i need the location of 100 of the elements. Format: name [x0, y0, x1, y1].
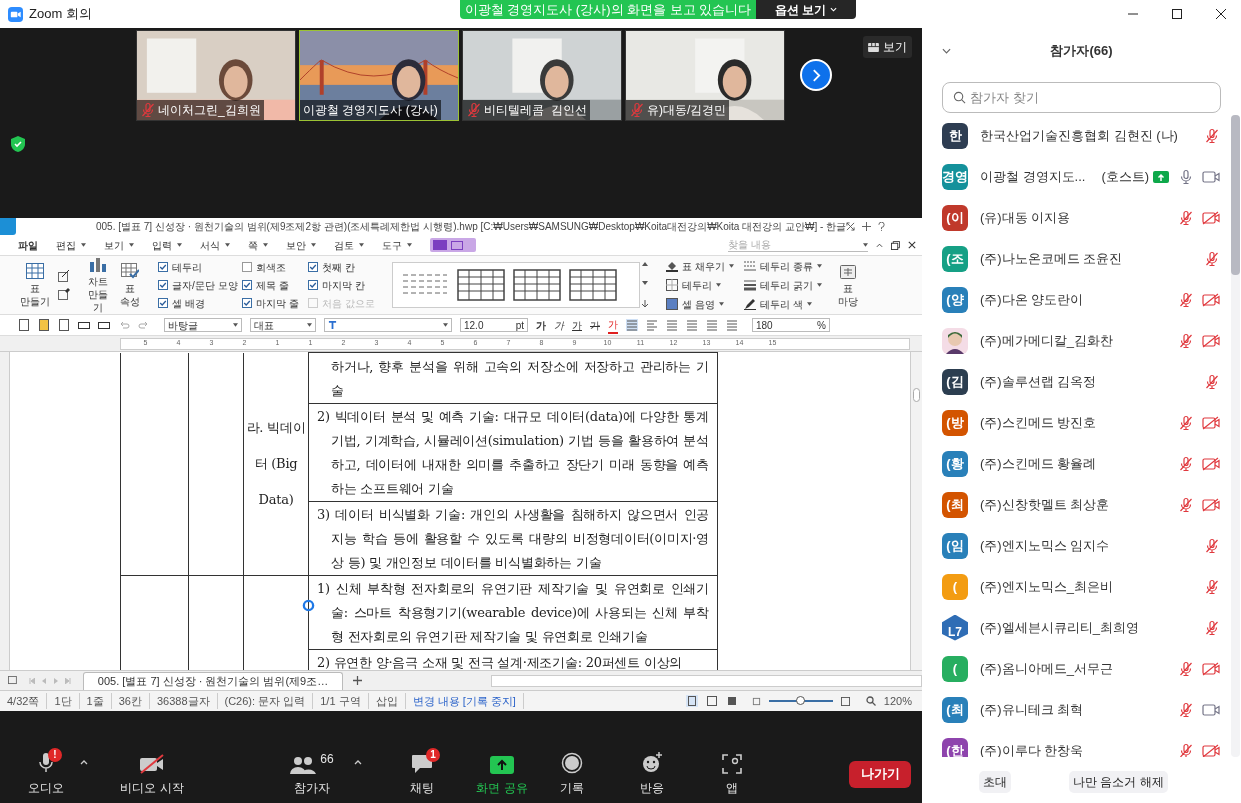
video-tile[interactable]: 비티텔레콤 김인선	[462, 30, 622, 121]
table-style-icon[interactable]	[569, 269, 617, 301]
move-icon[interactable]	[862, 222, 872, 231]
new-file-icon[interactable]	[18, 319, 30, 331]
participant-row[interactable]: (주)메가메디칼_김화찬	[922, 320, 1231, 361]
video-tile[interactable]: 유)대동/김경민	[625, 30, 785, 121]
video-tile[interactable]: 이광철 경영지도사 (강사)	[299, 30, 459, 121]
checkbox[interactable]: 첫째 칸	[308, 259, 388, 275]
chevron-up-icon[interactable]	[354, 759, 362, 765]
save-icon[interactable]	[58, 319, 70, 331]
scrollbar[interactable]	[1231, 115, 1240, 757]
make-table-button[interactable]: 표 만들기	[18, 262, 52, 308]
expand-icon[interactable]	[846, 222, 856, 231]
checkbox[interactable]: 제목 줄	[242, 277, 306, 293]
menu-item[interactable]: 도구	[382, 237, 412, 253]
checkbox[interactable]: 글자/문단 모양	[158, 277, 240, 293]
table-style-icon[interactable]	[457, 269, 505, 301]
preview-icon[interactable]	[98, 319, 110, 331]
zoom-slider-thumb[interactable]	[795, 696, 805, 705]
participant-row[interactable]: (김 (주)솔루션랩 김옥정	[922, 361, 1231, 402]
ribbon-button[interactable]: 셀 음영	[666, 296, 734, 312]
format-button[interactable]: 가	[554, 317, 564, 333]
table-style-icon[interactable]	[513, 269, 561, 301]
menu-item[interactable]: 보기	[104, 237, 134, 253]
menu-item[interactable]: 입력	[152, 237, 182, 253]
participant-row[interactable]: (양 (주)다온 양도란이	[922, 279, 1231, 320]
menu-item[interactable]: 보안	[286, 237, 316, 253]
toolbar-button[interactable]: 화면 공유	[472, 751, 532, 797]
expand-gallery-icon[interactable]	[642, 300, 648, 308]
table-gallery-button[interactable]: 표 마당	[835, 262, 860, 308]
page-icon[interactable]	[8, 676, 17, 685]
menu-item[interactable]: 쪽	[248, 237, 268, 253]
table-properties-button[interactable]: 표 속성	[118, 262, 142, 308]
print-icon[interactable]	[78, 319, 90, 331]
page-view-icon[interactable]	[685, 695, 698, 707]
zoom-in-icon[interactable]	[840, 696, 850, 706]
participant-row[interactable]: (조 (주)나노온코메드 조윤진	[922, 238, 1231, 279]
checkbox[interactable]: 마지막 칸	[308, 277, 388, 293]
format-button[interactable]: 가	[572, 317, 582, 333]
checkbox[interactable]: 테두리	[158, 259, 240, 275]
participant-row[interactable]: L7 (주)엘세븐시큐리티_최희영	[922, 607, 1231, 648]
collapse-icon[interactable]	[876, 242, 883, 248]
view-options-button[interactable]: 옵션 보기	[756, 0, 856, 19]
leave-button[interactable]: 나가기	[849, 760, 911, 788]
document-tab[interactable]: 005. [별표 7] 신성장 · 원천기술의 범위(제9조…	[82, 671, 344, 690]
help-icon[interactable]	[878, 222, 886, 231]
close-icon[interactable]	[908, 241, 916, 249]
participant-row[interactable]: (임 (주)엔지노믹스 임지수	[922, 525, 1231, 566]
format-button[interactable]: 가	[590, 317, 600, 333]
participant-row[interactable]: (이 (유)대동 이지용	[922, 197, 1231, 238]
panel-button[interactable]: 초대	[979, 771, 1011, 793]
panel-button[interactable]: 나만 음소거 해제	[1069, 771, 1168, 793]
toolbar-button[interactable]: 66 참가자	[282, 751, 342, 797]
participant-row[interactable]: (방 (주)스킨메드 방진호	[922, 402, 1231, 443]
toolbar-button[interactable]: 기록	[552, 751, 592, 797]
ribbon-button[interactable]: 테두리	[666, 277, 734, 293]
toolbar-button[interactable]: 반응	[632, 751, 672, 797]
shield-icon[interactable]	[11, 136, 25, 152]
participant-row[interactable]: (최 (주)신창핫멜트 최상훈	[922, 484, 1231, 525]
language-dropdown[interactable]: 대표	[250, 318, 316, 332]
font-size-field[interactable]: 12.0 pt	[460, 318, 528, 332]
zoom-field[interactable]: 180 %	[752, 318, 830, 332]
ribbon-button[interactable]: 테두리 굵기	[743, 277, 822, 293]
next-page-button[interactable]	[800, 59, 832, 91]
checkbox[interactable]: 마지막 줄	[242, 295, 306, 311]
menu-item[interactable]: 파일	[18, 237, 38, 253]
style-dropdown[interactable]: 바탕글	[164, 318, 242, 332]
scroll-down-icon[interactable]	[642, 281, 648, 285]
menu-item[interactable]: 검토	[334, 237, 364, 253]
chevron-up-icon[interactable]	[80, 759, 88, 765]
menu-item[interactable]: 서식	[200, 237, 230, 253]
zoom-out-icon[interactable]	[751, 696, 761, 706]
checkbox[interactable]: 회색조	[242, 259, 306, 275]
participant-row[interactable]: 경영 이광철 경영지도... (호스트)	[922, 156, 1231, 197]
checkbox[interactable]: 셀 배경	[158, 295, 240, 311]
view-button[interactable]: 보기	[863, 36, 912, 58]
menu-item[interactable]: 편집	[56, 237, 86, 253]
participant-row[interactable]: (최 (주)유니테크 최혁	[922, 689, 1231, 730]
full-page-icon[interactable]	[725, 695, 738, 707]
toolbar-button[interactable]: 비디오 시작	[112, 751, 192, 797]
ribbon-button[interactable]: 표 채우기	[666, 258, 734, 274]
ribbon-button[interactable]: 테두리 색	[743, 296, 822, 312]
participant-row[interactable]: 한 한국산업기술진흥협회 김현진 (나)	[922, 115, 1231, 156]
participant-row[interactable]: ( (주)엔지노믹스_최은비	[922, 566, 1231, 607]
table-erase-icon[interactable]	[58, 288, 70, 300]
search-field[interactable]: 참가자 찾기	[942, 82, 1221, 113]
scroll-up-icon[interactable]	[642, 262, 648, 266]
table-edit-icon[interactable]	[58, 270, 70, 282]
ribbon-button[interactable]: 테두리 종류	[743, 258, 822, 274]
format-button[interactable]: 가	[536, 317, 546, 333]
video-tile[interactable]: 네이처그린_김희원	[136, 30, 296, 121]
format-button[interactable]: 가	[608, 316, 618, 334]
maximize-icon[interactable]	[1171, 8, 1183, 20]
restore-icon[interactable]	[891, 240, 900, 250]
chart-button[interactable]: 차트 만들기	[84, 256, 112, 314]
view-toggle[interactable]	[430, 238, 476, 252]
horizontal-scrollbar[interactable]	[490, 674, 922, 687]
participant-row[interactable]: ( (주)옴니아메드_서무근	[922, 648, 1231, 689]
chevron-down-icon[interactable]	[942, 47, 951, 54]
close-icon[interactable]	[1215, 8, 1227, 20]
